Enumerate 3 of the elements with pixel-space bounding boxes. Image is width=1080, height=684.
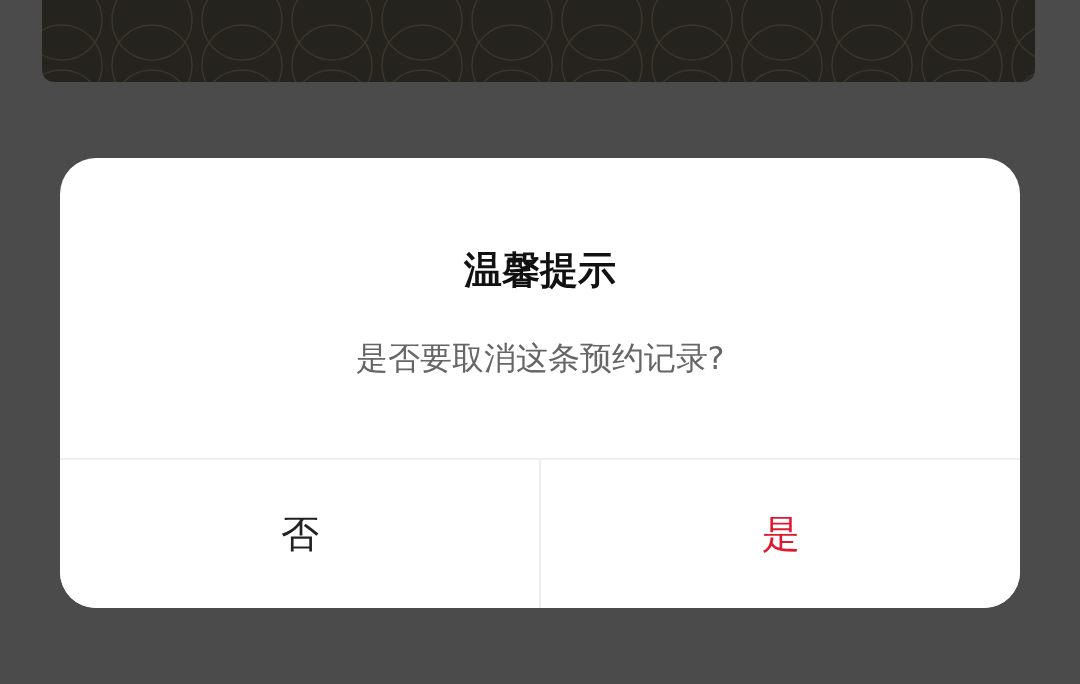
confirm-button[interactable]: 是 [539, 460, 1020, 608]
dialog-message: 是否要取消这条预约记录? [355, 338, 725, 379]
dialog-title: 温馨提示 [464, 247, 616, 294]
